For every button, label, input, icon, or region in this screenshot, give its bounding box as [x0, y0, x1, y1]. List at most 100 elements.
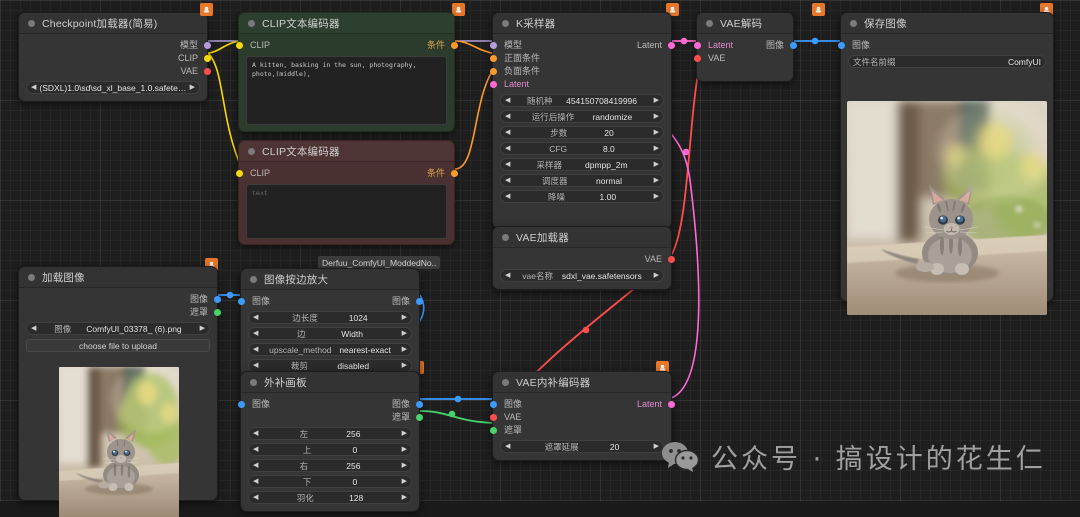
extension-badge-icon[interactable] — [812, 3, 825, 16]
increment-arrow-icon[interactable]: ▶ — [190, 84, 195, 91]
node-vae-loader[interactable]: VAE加载器 VAE ◀ vae名称 sdxl_vae.safetensors … — [492, 226, 675, 290]
port-dot-clip-in[interactable] — [235, 42, 243, 49]
port-row-image[interactable]: 图像 图像 — [237, 295, 423, 308]
widget-ckpt-name[interactable]: ◀ (SDXL)1.0\sd\sd_xl_base_1.0.safetensor… — [26, 81, 200, 94]
decrement-arrow-icon[interactable]: ◀ — [253, 446, 258, 453]
collapse-dot-icon[interactable] — [248, 19, 255, 27]
node-save-image[interactable]: 保存图像 图像 文件名前缀 ComfyUI — [837, 12, 1054, 315]
decrement-arrow-icon[interactable]: ◀ — [253, 330, 258, 337]
output-port-clip[interactable]: CLIP — [19, 52, 211, 65]
increment-arrow-icon[interactable]: ▶ — [200, 325, 205, 332]
port-row-latent[interactable]: Latent — [489, 78, 671, 91]
increment-arrow-icon[interactable]: ▶ — [402, 446, 407, 453]
increment-arrow-icon[interactable]: ▶ — [654, 193, 659, 200]
increment-arrow-icon[interactable]: ▶ — [654, 129, 659, 136]
widget-side[interactable]: ◀ 边 Width ▶ — [248, 327, 412, 340]
port-dot-mask-in[interactable] — [489, 427, 497, 434]
port-row-mask[interactable]: 遮罩 — [489, 424, 671, 437]
decrement-arrow-icon[interactable]: ◀ — [253, 430, 258, 437]
choose-file-button[interactable]: choose file to upload — [26, 339, 210, 352]
increment-arrow-icon[interactable]: ▶ — [654, 145, 659, 152]
output-port-vae[interactable]: VAE — [493, 253, 675, 266]
port-dot-image-in[interactable] — [237, 298, 245, 305]
widget-feathering[interactable]: ◀ 羽化 128 ▶ — [248, 491, 412, 504]
increment-arrow-icon[interactable]: ▶ — [402, 462, 407, 469]
port-dot-image-out[interactable] — [415, 401, 423, 408]
widget-grow-mask-by[interactable]: ◀ 遮罩延展 20 ▶ — [500, 440, 664, 453]
port-dot-image-out[interactable] — [789, 42, 797, 49]
extension-badge-icon[interactable] — [452, 3, 465, 16]
extension-badge-icon[interactable] — [200, 3, 213, 16]
collapse-dot-icon[interactable] — [28, 273, 35, 281]
output-port-mask[interactable]: 遮罩 — [19, 306, 221, 319]
port-dot-vae[interactable] — [203, 68, 211, 75]
collapse-dot-icon[interactable] — [502, 19, 509, 27]
port-dot-mask-out[interactable] — [415, 414, 423, 421]
port-dot-vae-in[interactable] — [489, 414, 497, 421]
widget-seed[interactable]: ◀ 随机种 454150708419996 ▶ — [500, 94, 664, 107]
port-dot-clip[interactable] — [203, 55, 211, 62]
node-load-image[interactable]: 加载图像 图像 遮罩 ◀ 图像 ComfyUI_03378_ (6).png ▶… — [18, 266, 221, 517]
port-dot-image-out[interactable] — [213, 296, 221, 303]
port-dot-latent-in[interactable] — [489, 81, 497, 88]
increment-arrow-icon[interactable]: ▶ — [402, 346, 407, 353]
collapse-dot-icon[interactable] — [250, 275, 257, 283]
node-image-scale-to-side[interactable]: 图像按边放大 图像 图像 ◀ 边长度 1024 ▶ ◀ 边 Width ▶ ◀ … — [237, 268, 423, 380]
increment-arrow-icon[interactable]: ▶ — [654, 97, 659, 104]
decrement-arrow-icon[interactable]: ◀ — [253, 346, 258, 353]
node-clip-text-encode-negative[interactable]: CLIP文本编码器 CLIP 条件 text — [235, 140, 458, 245]
port-dot-vae-out[interactable] — [667, 256, 675, 263]
node-pad-image-outpaint[interactable]: 外补画板 图像 图像 遮罩 ◀ 左 256 ▶ ◀ 上 0 ▶ ◀ 右 256 — [237, 371, 423, 512]
port-dot-image-in[interactable] — [489, 401, 497, 408]
increment-arrow-icon[interactable]: ▶ — [402, 314, 407, 321]
decrement-arrow-icon[interactable]: ◀ — [253, 362, 258, 369]
node-ksampler[interactable]: K采样器 模型 Latent 正面条件 负面条件 Latent ◀ 随机种 45… — [489, 12, 675, 229]
collapse-dot-icon[interactable] — [28, 19, 35, 27]
decrement-arrow-icon[interactable]: ◀ — [505, 145, 510, 152]
decrement-arrow-icon[interactable]: ◀ — [253, 314, 258, 321]
port-dot-model[interactable] — [203, 42, 211, 49]
decrement-arrow-icon[interactable]: ◀ — [505, 272, 510, 279]
decrement-arrow-icon[interactable]: ◀ — [253, 478, 258, 485]
port-row-clip[interactable]: CLIP 条件 — [235, 167, 458, 180]
widget-upscale-method[interactable]: ◀ upscale_method nearest-exact ▶ — [248, 343, 412, 356]
decrement-arrow-icon[interactable]: ◀ — [505, 193, 510, 200]
port-row-model[interactable]: 模型 Latent — [489, 39, 675, 52]
port-dot-vae-in[interactable] — [693, 55, 701, 62]
port-dot-latent-in[interactable] — [693, 42, 701, 49]
collapse-dot-icon[interactable] — [502, 233, 509, 241]
port-row-negative[interactable]: 负面条件 — [489, 65, 671, 78]
widget-pad-right[interactable]: ◀ 右 256 ▶ — [248, 459, 412, 472]
increment-arrow-icon[interactable]: ▶ — [654, 272, 659, 279]
port-dot-conditioning-out[interactable] — [450, 42, 458, 49]
decrement-arrow-icon[interactable]: ◀ — [505, 443, 510, 450]
prompt-textarea[interactable]: A kitten, basking in the sun, photograph… — [246, 56, 447, 125]
collapse-dot-icon[interactable] — [502, 378, 509, 386]
increment-arrow-icon[interactable]: ▶ — [654, 161, 659, 168]
collapse-dot-icon[interactable] — [850, 19, 857, 27]
increment-arrow-icon[interactable]: ▶ — [654, 443, 659, 450]
widget-pad-left[interactable]: ◀ 左 256 ▶ — [248, 427, 412, 440]
collapse-dot-icon[interactable] — [250, 378, 257, 386]
port-dot-image-in[interactable] — [837, 42, 845, 49]
node-checkpoint-loader[interactable]: Checkpoint加载器(简易) 模型 CLIP VAE ◀ (SDXL)1.… — [18, 12, 211, 102]
widget-pad-bottom[interactable]: ◀ 下 0 ▶ — [248, 475, 412, 488]
widget-filename-prefix[interactable]: 文件名前缀 ComfyUI — [848, 55, 1046, 68]
collapse-dot-icon[interactable] — [248, 147, 255, 155]
decrement-arrow-icon[interactable]: ◀ — [505, 129, 510, 136]
port-dot-image-out[interactable] — [415, 298, 423, 305]
widget-cfg[interactable]: ◀ CFG 8.0 ▶ — [500, 142, 664, 155]
widget-control-after-generate[interactable]: ◀ 运行后操作 randomize ▶ — [500, 110, 664, 123]
image-preview[interactable] — [847, 101, 1047, 315]
output-port-mask[interactable]: 遮罩 — [241, 411, 423, 424]
port-row-vae[interactable]: VAE — [489, 411, 671, 424]
increment-arrow-icon[interactable]: ▶ — [402, 494, 407, 501]
decrement-arrow-icon[interactable]: ◀ — [505, 161, 510, 168]
increment-arrow-icon[interactable]: ▶ — [402, 430, 407, 437]
port-dot-latent-out[interactable] — [667, 401, 675, 408]
node-clip-text-encode-positive[interactable]: CLIP文本编码器 CLIP 条件 A kitten, basking in t… — [235, 12, 458, 132]
decrement-arrow-icon[interactable]: ◀ — [253, 494, 258, 501]
collapse-dot-icon[interactable] — [706, 19, 713, 27]
widget-side-length[interactable]: ◀ 边长度 1024 ▶ — [248, 311, 412, 324]
negative-prompt-textarea[interactable]: text — [246, 184, 447, 239]
